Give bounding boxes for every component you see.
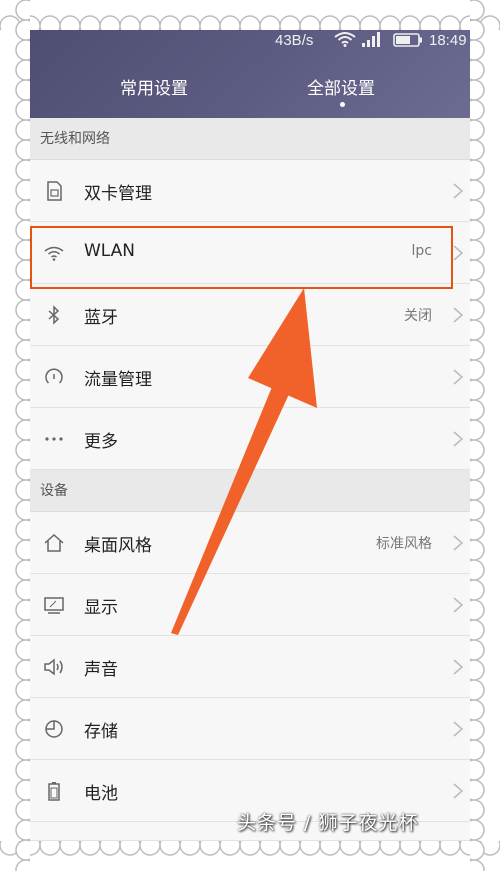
settings-item-sound[interactable]: 声音 <box>30 636 470 698</box>
data-usage-icon <box>42 365 66 389</box>
home-icon <box>42 531 66 555</box>
active-tab-indicator <box>340 102 345 107</box>
settings-item-value: 标准风格 <box>376 536 432 552</box>
network-speed: 43B/s <box>275 32 314 49</box>
settings-item-label: 显示 <box>84 598 118 618</box>
photo-border-left <box>0 0 30 871</box>
photo-border-right <box>470 0 500 871</box>
settings-item-label: 电池 <box>84 784 118 804</box>
settings-item-display[interactable]: 显示 <box>30 574 470 636</box>
section-header-device: 设备 <box>30 470 470 512</box>
sound-icon <box>42 655 66 679</box>
tab-common-settings[interactable]: 常用设置 <box>120 74 188 99</box>
settings-item-label: 流量管理 <box>84 370 152 390</box>
chevron-right-icon <box>452 782 464 800</box>
watermark-text: 头条号 / 狮子夜光杯 <box>237 812 419 834</box>
bluetooth-icon <box>42 303 66 327</box>
chevron-right-icon <box>452 182 464 200</box>
settings-item-label: 更多 <box>84 432 118 452</box>
sim-card-icon <box>42 179 66 203</box>
status-bar: 43B/s 18:49 <box>30 30 470 52</box>
settings-item-bluetooth[interactable]: 蓝牙 关闭 <box>30 284 470 346</box>
battery-status-icon <box>393 33 423 51</box>
settings-item-data-usage[interactable]: 流量管理 <box>30 346 470 408</box>
chevron-right-icon <box>452 368 464 386</box>
chevron-right-icon <box>452 658 464 676</box>
chevron-right-icon <box>452 430 464 448</box>
battery-icon <box>42 779 66 803</box>
photo-border-bottom <box>0 841 500 871</box>
settings-item-label: 声音 <box>84 660 118 680</box>
settings-item-label: 双卡管理 <box>84 184 152 204</box>
storage-icon <box>42 717 66 741</box>
photo-border-top <box>0 0 500 30</box>
display-icon <box>42 593 66 617</box>
clock: 18:49 <box>429 32 467 49</box>
chevron-right-icon <box>452 534 464 552</box>
signal-strength-icon <box>360 32 382 52</box>
wifi-status-icon <box>334 31 356 51</box>
settings-header: 43B/s 18:49 常用设置 全部设置 <box>30 30 470 118</box>
chevron-right-icon <box>452 306 464 324</box>
settings-item-dual-sim[interactable]: 双卡管理 <box>30 160 470 222</box>
tab-all-settings[interactable]: 全部设置 <box>307 74 375 99</box>
wifi-icon <box>42 241 66 265</box>
settings-item-more[interactable]: 更多 <box>30 408 470 470</box>
chevron-right-icon <box>452 720 464 738</box>
settings-item-label: 蓝牙 <box>84 308 118 328</box>
settings-item-home-style[interactable]: 桌面风格 标准风格 <box>30 512 470 574</box>
section-header-wireless: 无线和网络 <box>30 118 470 160</box>
settings-item-label: 桌面风格 <box>84 536 152 556</box>
settings-item-value: lpc <box>411 243 432 259</box>
settings-item-label: 存储 <box>84 722 118 742</box>
settings-item-storage[interactable]: 存储 <box>30 698 470 760</box>
chevron-right-icon <box>452 244 464 262</box>
phone-screen: 43B/s 18:49 常用设置 全部设置 无线和网络 双卡管理 WLAN lp… <box>30 30 470 841</box>
more-icon <box>42 427 66 451</box>
settings-item-wlan[interactable]: WLAN lpc <box>30 222 470 284</box>
chevron-right-icon <box>452 596 464 614</box>
settings-item-value: 关闭 <box>404 308 432 324</box>
settings-item-label: WLAN <box>84 241 136 261</box>
